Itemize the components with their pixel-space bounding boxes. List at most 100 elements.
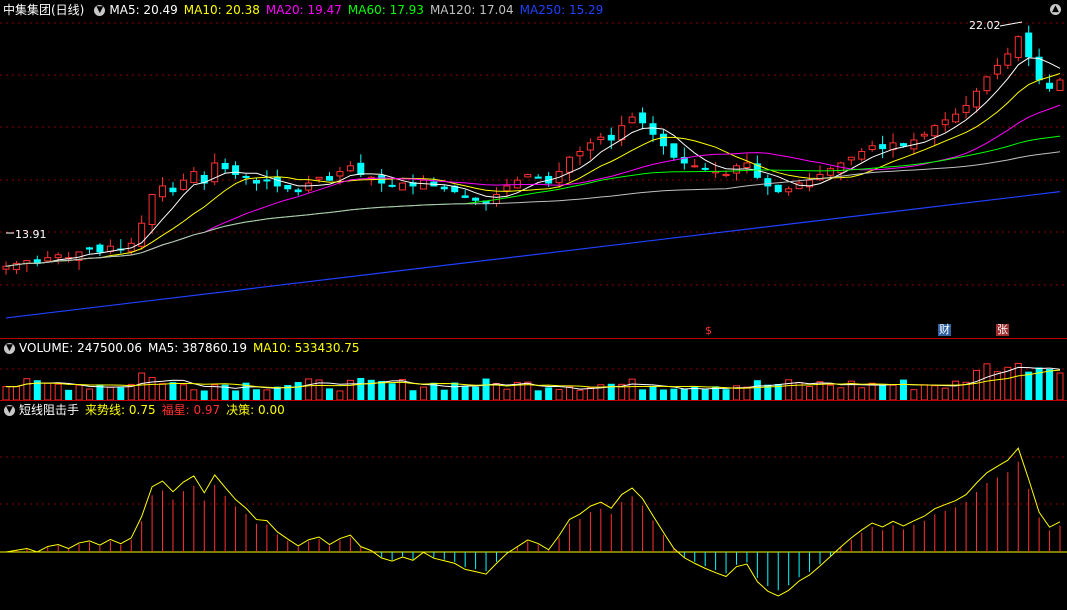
volume-bar — [993, 371, 1001, 400]
volume-bar — [148, 376, 156, 400]
volume-bar — [503, 388, 511, 400]
candle-body — [419, 179, 427, 190]
candle-body — [670, 143, 678, 158]
event-dividend-marker[interactable]: $ — [704, 325, 713, 337]
candle-body — [566, 156, 574, 173]
volume-bar — [826, 384, 834, 400]
candle-body — [169, 187, 177, 193]
volume-bar — [440, 389, 448, 400]
volume-bar — [65, 389, 73, 400]
volume-bar — [1046, 368, 1054, 400]
volume-bar — [326, 388, 334, 400]
volume-chart[interactable] — [0, 339, 1067, 400]
volume-bar — [232, 390, 240, 400]
volume-bar — [534, 390, 542, 400]
volume-bar — [722, 389, 730, 400]
ma250-line — [5, 191, 1061, 319]
candle-body — [920, 133, 928, 137]
candle-body — [1004, 53, 1012, 66]
volume-bar — [190, 389, 198, 400]
volume-bar — [680, 388, 688, 400]
candle-body — [232, 165, 240, 175]
volume-bar — [179, 384, 187, 400]
volume-bar — [920, 384, 928, 400]
candle-body — [284, 184, 292, 190]
volume-bar — [200, 390, 208, 400]
candle-body — [1056, 79, 1064, 92]
candle-body — [659, 133, 667, 147]
volume-panel[interactable]: ▼ VOLUME: 247500.06 MA5: 387860.19 MA10:… — [0, 339, 1067, 400]
candle-body — [879, 144, 887, 150]
candle-body — [305, 182, 313, 191]
candle-body — [607, 134, 615, 141]
volume-bar — [858, 387, 866, 400]
candle-body — [179, 179, 187, 190]
volume-bar — [806, 385, 814, 400]
candle-body — [826, 168, 834, 176]
candle-body — [952, 113, 960, 123]
event-finance-marker[interactable]: 财 — [938, 324, 951, 336]
candle-body — [461, 195, 469, 198]
volume-bar — [169, 382, 177, 400]
candle-body — [148, 194, 156, 226]
candle-body — [85, 247, 93, 250]
candle-body — [785, 188, 793, 193]
candle-body — [294, 189, 302, 193]
volume-bar — [545, 387, 553, 400]
candle-body — [524, 173, 532, 178]
volume-bar — [273, 386, 281, 400]
low-price-label: 13.91 — [15, 228, 47, 241]
volume-bar — [138, 372, 146, 400]
candle-body — [701, 167, 709, 170]
volume-bar — [461, 385, 469, 400]
volume-bar — [117, 387, 125, 400]
volume-bar — [701, 389, 709, 400]
candle-body — [764, 178, 772, 187]
event-rise-marker[interactable]: 张 — [996, 324, 1009, 336]
candle-body — [513, 179, 521, 189]
volume-bar — [23, 378, 31, 400]
candle-body — [691, 165, 699, 168]
candle-body — [576, 150, 584, 157]
candle-body — [1025, 32, 1033, 58]
volume-bar — [899, 379, 907, 400]
volume-bar — [566, 386, 574, 400]
candle-body — [357, 162, 365, 175]
volume-bar — [378, 381, 386, 400]
volume-bar — [388, 383, 396, 400]
volume-bar — [12, 386, 20, 400]
main-price-panel[interactable]: 中集集团(日线) ▼ MA5: 20.49 MA10: 20.38 MA20: … — [0, 0, 1067, 338]
volume-bar — [492, 382, 500, 400]
candle-body — [221, 162, 229, 170]
candle-body — [534, 176, 542, 179]
oscillator-panel[interactable]: ▼ 短线阻击手 来势线: 0.75 福星: 0.97 决策: 0.00 — [0, 401, 1067, 610]
volume-bar — [952, 380, 960, 400]
volume-bar — [482, 378, 490, 400]
candle-body — [242, 175, 250, 178]
ma60-line — [5, 135, 1061, 267]
volume-bar — [649, 386, 657, 400]
volume-bar — [1056, 372, 1064, 400]
volume-bar — [472, 386, 480, 400]
candle-body — [847, 156, 855, 161]
volume-bar — [305, 378, 313, 400]
volume-bar — [159, 383, 167, 400]
candle-body — [962, 105, 970, 113]
volume-bar — [1014, 362, 1022, 400]
candle-body — [973, 90, 981, 108]
volume-bar — [2, 386, 10, 400]
volume-bar — [973, 369, 981, 400]
volume-bar — [659, 389, 667, 400]
volume-bar — [430, 382, 438, 400]
candle-body — [399, 182, 407, 191]
price-chart[interactable] — [0, 0, 1067, 338]
oscillator-chart[interactable] — [0, 401, 1067, 610]
volume-bar — [75, 384, 83, 400]
candle-body — [774, 184, 782, 193]
candle-body — [190, 171, 198, 184]
candle-body — [315, 176, 323, 180]
volume-bar — [1025, 371, 1033, 400]
candle-body — [597, 136, 605, 141]
candle-body — [868, 145, 876, 150]
volume-bar — [294, 382, 302, 400]
